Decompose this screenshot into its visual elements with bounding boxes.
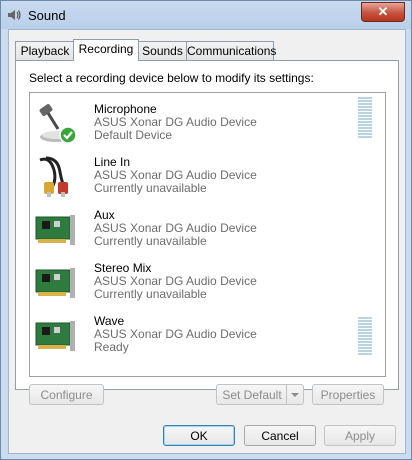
device-status: Default Device [94,128,173,142]
device-item-microphone[interactable]: Microphone ASUS Xonar DG Audio Device De… [30,98,370,146]
device-status: Currently unavailable [94,287,207,301]
level-meter [358,317,372,356]
device-name: Microphone [94,102,157,116]
device-status: Currently unavailable [94,234,207,248]
set-default-label: Set Default [222,388,282,402]
device-driver: ASUS Xonar DG Audio Device [94,221,257,235]
tab-sounds[interactable]: Sounds [137,41,188,60]
tab-playback[interactable]: Playback [15,41,75,60]
device-driver: ASUS Xonar DG Audio Device [94,327,257,341]
apply-button[interactable]: Apply [324,425,396,446]
device-name: Aux [94,208,115,222]
device-list[interactable]: Microphone ASUS Xonar DG Audio Device De… [29,92,386,377]
device-name: Wave [94,314,125,328]
device-status: Ready [94,340,129,354]
set-default-dropdown[interactable] [286,385,303,404]
device-driver: ASUS Xonar DG Audio Device [94,274,257,288]
sound-card-icon [35,215,75,245]
title-bar[interactable]: Sound ✕ [1,1,411,29]
dialog-body: Playback Recording Sounds Communications… [8,29,406,454]
microphone-icon [39,104,77,144]
chevron-down-icon [291,393,299,397]
device-name: Stereo Mix [94,261,152,275]
configure-button[interactable]: Configure [29,384,104,405]
set-default-button[interactable]: Set Default [216,384,304,405]
sound-dialog: Sound ✕ Playback Recording Sounds Commun… [0,0,412,460]
rca-cable-icon [39,156,68,197]
ok-button[interactable]: OK [163,425,235,446]
device-status: Currently unavailable [94,181,207,195]
device-driver: ASUS Xonar DG Audio Device [94,115,257,129]
device-driver: ASUS Xonar DG Audio Device [94,168,257,182]
close-button[interactable]: ✕ [361,2,405,22]
properties-button[interactable]: Properties [312,384,384,405]
device-item-aux[interactable]: Aux ASUS Xonar DG Audio Device Currently… [30,204,370,252]
speaker-icon [8,10,21,20]
instruction-text: Select a recording device below to modif… [29,71,314,85]
tab-communications[interactable]: Communications [186,41,276,60]
sound-card-icon [35,321,75,351]
level-meter [358,97,372,139]
device-name: Line In [94,155,131,169]
window-title: Sound [28,8,66,23]
device-item-wave[interactable]: Wave ASUS Xonar DG Audio Device Ready [30,310,370,358]
tab-recording[interactable]: Recording [73,39,139,61]
device-item-stereo-mix[interactable]: Stereo Mix ASUS Xonar DG Audio Device Cu… [30,257,370,305]
device-item-line-in[interactable]: Line In ASUS Xonar DG Audio Device Curre… [30,151,370,199]
default-check-icon [59,126,77,144]
cancel-button[interactable]: Cancel [244,425,316,446]
sound-card-icon [35,268,75,298]
recording-panel: Select a recording device below to modif… [15,60,399,405]
